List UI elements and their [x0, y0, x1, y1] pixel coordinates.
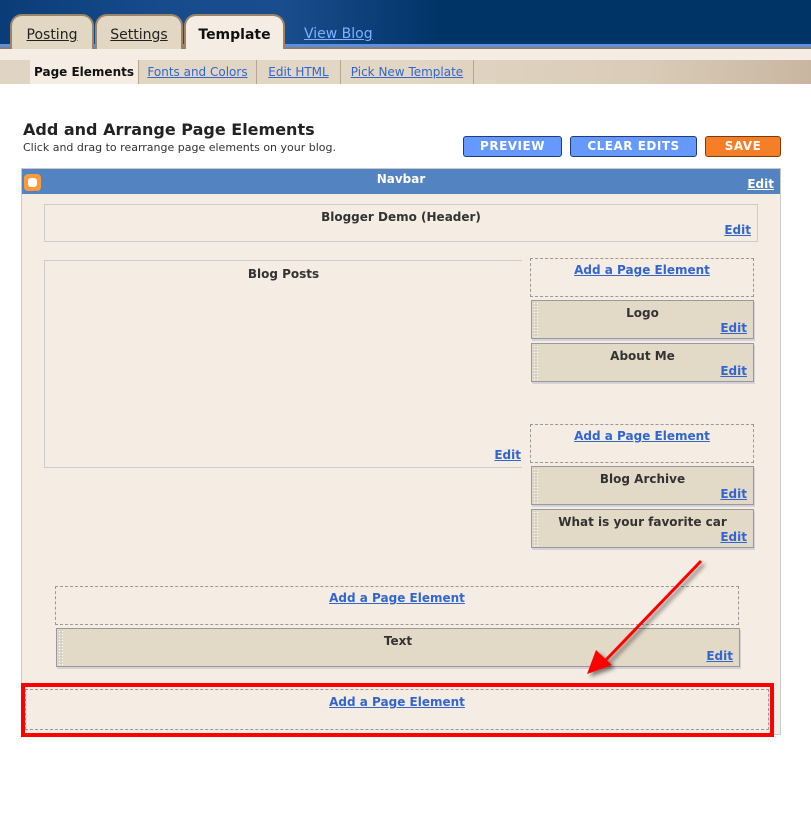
widget-blog-archive-title: Blog Archive: [599, 472, 686, 486]
sidebar-add-element-top[interactable]: Add a Page Element: [530, 258, 754, 297]
subtab-page-elements-label: Page Elements: [34, 65, 134, 79]
preview-button[interactable]: PREVIEW: [463, 136, 562, 157]
tab-template[interactable]: Template: [184, 14, 285, 50]
tab-settings-label[interactable]: Settings: [110, 27, 167, 43]
widget-text-edit-link[interactable]: Edit: [706, 649, 733, 663]
widget-favorite-car-edit-link[interactable]: Edit: [720, 530, 747, 544]
widget-about-me[interactable]: About Me Edit: [531, 343, 754, 382]
widget-blog-archive[interactable]: Blog Archive Edit: [531, 466, 754, 505]
top-header: Posting Settings Template View Blog: [0, 0, 811, 50]
subtab-bar: Page Elements Fonts and Colors Edit HTML…: [0, 60, 811, 84]
tab-posting-label[interactable]: Posting: [27, 27, 78, 43]
navbar-title: Navbar: [376, 172, 426, 186]
sidebar-add-element-top-link[interactable]: Add a Page Element: [531, 263, 753, 277]
subtab-pick-template-label[interactable]: Pick New Template: [351, 65, 463, 79]
widget-logo[interactable]: Logo Edit: [531, 300, 754, 339]
subtab-page-elements[interactable]: Page Elements: [30, 60, 139, 84]
sidebar-add-element-bottom[interactable]: Add a Page Element: [530, 424, 754, 463]
widget-about-me-edit-link[interactable]: Edit: [720, 364, 747, 378]
navbar-edit-link[interactable]: Edit: [747, 177, 774, 191]
page-title: Add and Arrange Page Elements: [23, 120, 315, 139]
view-blog-link[interactable]: View Blog: [304, 26, 373, 42]
subtab-spacer: [0, 49, 811, 60]
widget-logo-title: Logo: [626, 306, 659, 320]
subtab-fonts-colors-label[interactable]: Fonts and Colors: [147, 65, 247, 79]
widget-favorite-car[interactable]: What is your favorite car Edit: [531, 509, 754, 548]
save-button[interactable]: SAVE: [705, 136, 781, 157]
widget-text-title: Text: [383, 634, 413, 648]
blog-posts-section[interactable]: Blog Posts Edit: [44, 260, 522, 468]
tab-settings[interactable]: Settings: [95, 14, 183, 49]
annotation-highlight-box: [21, 683, 774, 737]
footer-add-element-link[interactable]: Add a Page Element: [56, 591, 738, 605]
sidebar-add-element-bottom-link[interactable]: Add a Page Element: [531, 429, 753, 443]
footer-add-element[interactable]: Add a Page Element: [55, 586, 739, 625]
widget-favorite-car-title: What is your favorite car: [558, 515, 727, 529]
header-edit-link[interactable]: Edit: [724, 223, 751, 237]
blog-posts-edit-link[interactable]: Edit: [494, 448, 521, 462]
subtab-pick-template[interactable]: Pick New Template: [341, 60, 474, 84]
widget-text[interactable]: Text Edit: [56, 628, 740, 667]
widget-logo-edit-link[interactable]: Edit: [720, 321, 747, 335]
subtab-edit-html[interactable]: Edit HTML: [257, 60, 341, 84]
blog-posts-title: Blog Posts: [247, 267, 320, 281]
widget-blog-archive-edit-link[interactable]: Edit: [720, 487, 747, 501]
widget-about-me-title: About Me: [610, 349, 675, 363]
tab-template-label: Template: [198, 27, 271, 43]
page-subtitle: Click and drag to rearrange page element…: [23, 141, 336, 154]
header-section-title: Blogger Demo (Header): [321, 210, 481, 224]
navbar-section: Navbar Edit: [21, 168, 781, 194]
subtab-edit-html-label[interactable]: Edit HTML: [268, 65, 328, 79]
clear-edits-button[interactable]: CLEAR EDITS: [570, 136, 697, 157]
header-section[interactable]: Blogger Demo (Header) Edit: [44, 204, 758, 242]
tab-posting[interactable]: Posting: [10, 14, 94, 49]
subtab-fonts-colors[interactable]: Fonts and Colors: [139, 60, 257, 84]
